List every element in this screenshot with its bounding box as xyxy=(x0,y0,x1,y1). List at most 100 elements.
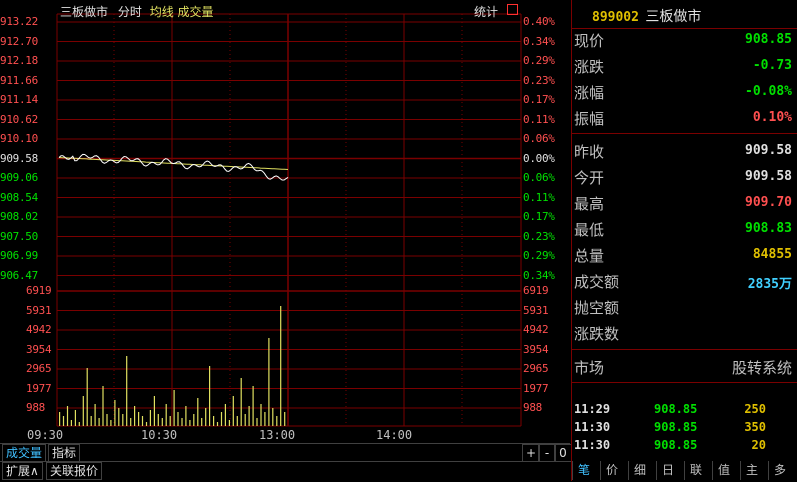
panel-tab[interactable]: 主 xyxy=(740,461,763,480)
expand-box-icon[interactable] xyxy=(507,4,518,15)
tab-volume[interactable]: 成交量 xyxy=(2,444,47,462)
index-code: 899002 xyxy=(592,10,639,25)
expand-button[interactable]: 扩展∧ xyxy=(2,462,43,480)
tick-price: 908.85 xyxy=(654,402,698,416)
volume-tick-label: 4942 xyxy=(26,323,52,336)
percent-tick-label: 0.29% xyxy=(523,54,555,67)
volume-bar xyxy=(173,390,175,426)
volume-bar xyxy=(216,422,219,426)
volume-bar xyxy=(181,418,183,426)
quote-row: 振幅 0.10% xyxy=(574,104,794,130)
panel-tab[interactable]: 价 xyxy=(600,461,623,480)
panel-tab[interactable]: 联 xyxy=(684,461,707,480)
volume-bar xyxy=(272,408,274,426)
price-tick-label: 912.70 xyxy=(0,34,38,48)
quote-row-value: 909.70 xyxy=(745,195,792,210)
volume-label: 成交量 xyxy=(177,5,214,19)
intraday-chart[interactable]: 三板做市 分时 均线 成交量 统计 913.22 912.70 912.18 911.… xyxy=(0,0,570,443)
volume-tick-label: 5931 xyxy=(26,303,52,317)
index-name: 三板做市 xyxy=(645,9,702,25)
volume-tick-label: 2965 xyxy=(523,362,549,375)
volume-bar xyxy=(232,396,234,426)
percent-tick-label: 0.29% xyxy=(523,249,555,262)
panel-tab[interactable]: 多 xyxy=(768,461,791,480)
volume-tick-label: 2965 xyxy=(26,362,52,375)
volume-bar xyxy=(70,420,72,426)
chart-canvas[interactable] xyxy=(0,0,570,443)
quote-row-label: 涨跌数 xyxy=(574,325,620,343)
quote-row: 涨幅 -0.08% xyxy=(574,78,794,104)
percent-tick-label: 0.06% xyxy=(523,132,555,145)
tick-volume: 350 xyxy=(744,420,766,434)
volume-bar xyxy=(86,368,88,426)
panel-tab[interactable]: 值 xyxy=(712,461,735,480)
percent-tick-label: 0.40% xyxy=(523,15,555,28)
tick-time: 11:30 xyxy=(574,438,611,452)
volume-bar xyxy=(165,404,167,426)
quote-panel: 899002 三板做市 现价 908.85 涨跌 -0.73 涨幅 -0.08% 振幅 0.1… xyxy=(571,0,797,481)
percent-tick-label: 0.00% xyxy=(523,151,555,165)
panel-tab[interactable]: 笔 xyxy=(572,461,595,480)
quote-row: 涨跌 -0.73 xyxy=(574,52,794,78)
quote-row-label: 现价 xyxy=(574,32,605,50)
stats-button[interactable]: 统计 xyxy=(474,3,498,20)
volume-bar xyxy=(82,396,84,426)
volume-bar xyxy=(276,416,278,426)
panel-tab[interactable]: 日 xyxy=(656,461,679,480)
reset-button[interactable]: 0 xyxy=(554,444,572,462)
volume-bar xyxy=(252,386,254,426)
volume-bar xyxy=(205,408,207,426)
volume-tick-label: 6919 xyxy=(26,284,52,297)
volume-tick-label: 1977 xyxy=(523,381,549,395)
volume-bar xyxy=(189,420,191,426)
quote-row-value: 2835万 xyxy=(747,277,792,292)
percent-tick-label: 0.17% xyxy=(523,93,555,106)
quote-row-value: 84855 xyxy=(752,247,792,262)
volume-bar xyxy=(169,416,171,426)
tick-row[interactable]: 11:30 908.85 350 xyxy=(574,418,794,438)
price-tick-label: 910.10 xyxy=(0,132,38,145)
quote-row: 涨跌数 xyxy=(574,319,794,345)
volume-bar xyxy=(118,408,120,426)
volume-tick-label: 5931 xyxy=(523,303,549,317)
volume-tick-label: 3954 xyxy=(523,342,549,356)
volume-bar xyxy=(141,416,144,426)
volume-bar xyxy=(161,418,163,426)
volume-tick-label: 1977 xyxy=(26,381,52,395)
tick-row[interactable]: 11:29 908.85 250 xyxy=(574,400,794,420)
volume-bar xyxy=(264,412,266,426)
volume-bar xyxy=(110,420,112,426)
quote-row-label: 成交额 xyxy=(574,273,620,291)
volume-bar xyxy=(197,398,199,426)
volume-tick-label: 6919 xyxy=(523,284,549,297)
price-tick-label: 912.18 xyxy=(0,54,38,67)
quote-row-label: 涨幅 xyxy=(574,84,605,102)
percent-tick-label: 0.23% xyxy=(523,73,555,87)
percent-tick-label: 0.06% xyxy=(523,171,555,184)
tick-row[interactable]: 11:30 908.85 20 xyxy=(574,436,794,456)
quote-title: 899002 三板做市 xyxy=(592,6,701,26)
quote-row: 总量 84855 xyxy=(574,241,794,267)
bottom-toolbar: 成交量 指标 + - 0 扩展∧ 关联报价 xyxy=(0,443,572,481)
volume-bar xyxy=(130,418,132,426)
volume-bar xyxy=(284,412,286,426)
volume-tick-label: 3954 xyxy=(26,342,52,356)
quote-row-label: 涨跌 xyxy=(574,58,605,76)
quote-row: 昨收 909.58 xyxy=(574,137,794,163)
quote-row: 今开 909.58 xyxy=(574,163,794,189)
volume-bar xyxy=(102,386,104,426)
quote-row: 现价 908.85 xyxy=(574,26,794,52)
price-tick-label: 911.66 xyxy=(0,73,38,87)
chart-header: 三板做市 分时 均线 成交量 xyxy=(60,3,214,20)
quote-row-value: 908.83 xyxy=(745,221,792,236)
panel-tab[interactable]: 细 xyxy=(628,461,651,480)
mode-label[interactable]: 分时 xyxy=(118,5,142,19)
tab-indicator[interactable]: 指标 xyxy=(48,444,81,462)
volume-bar xyxy=(260,404,262,426)
volume-bar xyxy=(78,422,80,426)
price-tick-label: 906.99 xyxy=(0,249,38,262)
quote-row-label: 总量 xyxy=(574,247,605,265)
quote-row-value: -0.08% xyxy=(745,84,792,99)
related-quotes-button[interactable]: 关联报价 xyxy=(46,462,103,480)
volume-tick-label: 4942 xyxy=(523,323,549,336)
